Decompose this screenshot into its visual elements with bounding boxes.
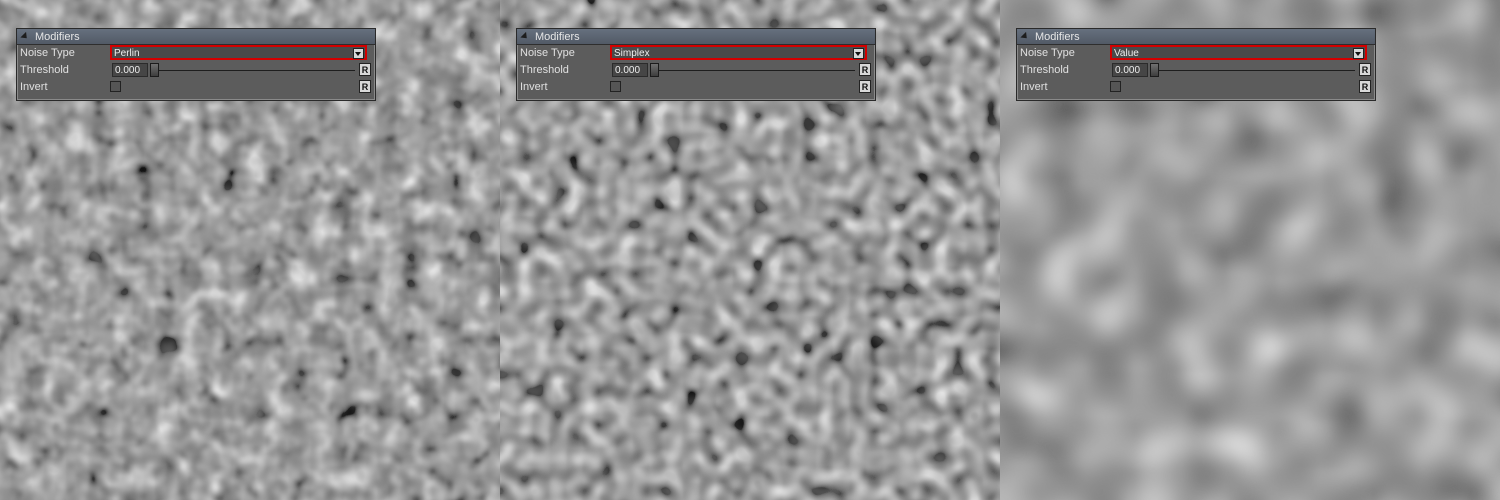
threshold-slider-track[interactable] <box>1150 70 1355 71</box>
noise-type-dropdown[interactable]: Perlin <box>110 45 367 60</box>
modifiers-header[interactable]: Modifiers <box>17 29 375 45</box>
threshold-slider-thumb[interactable] <box>650 63 659 77</box>
invert-row: Invert R <box>517 79 875 96</box>
dropdown-arrow-icon[interactable] <box>1353 48 1364 59</box>
threshold-row: Threshold 0.000 R <box>17 62 375 79</box>
collapse-triangle-icon[interactable] <box>20 31 30 42</box>
threshold-row: Threshold 0.000 R <box>1017 62 1375 79</box>
threshold-reset-button[interactable]: R <box>1359 63 1371 76</box>
noise-type-value: Perlin <box>114 48 140 59</box>
threshold-reset-button[interactable]: R <box>859 63 871 76</box>
invert-checkbox[interactable] <box>110 81 121 92</box>
threshold-label: Threshold <box>520 64 569 76</box>
modifiers-title: Modifiers <box>35 30 80 43</box>
noise-type-dropdown[interactable]: Value <box>1110 45 1367 60</box>
threshold-label: Threshold <box>1020 64 1069 76</box>
threshold-input[interactable]: 0.000 <box>612 63 648 77</box>
noise-type-label: Noise Type <box>520 47 575 59</box>
modifiers-header[interactable]: Modifiers <box>517 29 875 45</box>
collapse-triangle-icon[interactable] <box>1020 31 1030 42</box>
invert-label: Invert <box>1020 81 1048 93</box>
noise-type-label: Noise Type <box>1020 47 1075 59</box>
invert-checkbox[interactable] <box>1110 81 1121 92</box>
invert-checkbox[interactable] <box>610 81 621 92</box>
collapse-triangle-icon[interactable] <box>520 31 530 42</box>
simplex-noise-panel: Modifiers Noise Type Simplex Threshold 0… <box>500 0 1000 500</box>
threshold-slider-thumb[interactable] <box>1150 63 1159 77</box>
threshold-slider-thumb[interactable] <box>150 63 159 77</box>
screenshot-stage: Modifiers Noise Type Perlin Threshold 0.… <box>0 0 1500 500</box>
threshold-input[interactable]: 0.000 <box>1112 63 1148 77</box>
noise-type-value: Value <box>1114 48 1139 59</box>
modifiers-panel: Modifiers Noise Type Value Threshold 0.0… <box>1016 28 1376 101</box>
threshold-reset-button[interactable]: R <box>359 63 371 76</box>
noise-type-value: Simplex <box>614 48 650 59</box>
invert-label: Invert <box>20 81 48 93</box>
dropdown-arrow-icon[interactable] <box>353 48 364 59</box>
modifiers-panel: Modifiers Noise Type Perlin Threshold 0.… <box>16 28 376 101</box>
value-noise-panel: Modifiers Noise Type Value Threshold 0.0… <box>1000 0 1500 500</box>
modifiers-header[interactable]: Modifiers <box>1017 29 1375 45</box>
noise-type-label: Noise Type <box>20 47 75 59</box>
invert-reset-button[interactable]: R <box>359 80 371 93</box>
invert-reset-button[interactable]: R <box>859 80 871 93</box>
threshold-row: Threshold 0.000 R <box>517 62 875 79</box>
threshold-slider-track[interactable] <box>650 70 855 71</box>
invert-row: Invert R <box>1017 79 1375 96</box>
modifiers-title: Modifiers <box>535 30 580 43</box>
threshold-input[interactable]: 0.000 <box>112 63 148 77</box>
dropdown-arrow-icon[interactable] <box>853 48 864 59</box>
invert-reset-button[interactable]: R <box>1359 80 1371 93</box>
perlin-noise-panel: Modifiers Noise Type Perlin Threshold 0.… <box>0 0 500 500</box>
invert-row: Invert R <box>17 79 375 96</box>
invert-label: Invert <box>520 81 548 93</box>
modifiers-panel: Modifiers Noise Type Simplex Threshold 0… <box>516 28 876 101</box>
threshold-slider-track[interactable] <box>150 70 355 71</box>
threshold-label: Threshold <box>20 64 69 76</box>
modifiers-title: Modifiers <box>1035 30 1080 43</box>
noise-type-dropdown[interactable]: Simplex <box>610 45 867 60</box>
noise-type-row: Noise Type Perlin <box>17 45 375 62</box>
noise-type-row: Noise Type Simplex <box>517 45 875 62</box>
noise-type-row: Noise Type Value <box>1017 45 1375 62</box>
